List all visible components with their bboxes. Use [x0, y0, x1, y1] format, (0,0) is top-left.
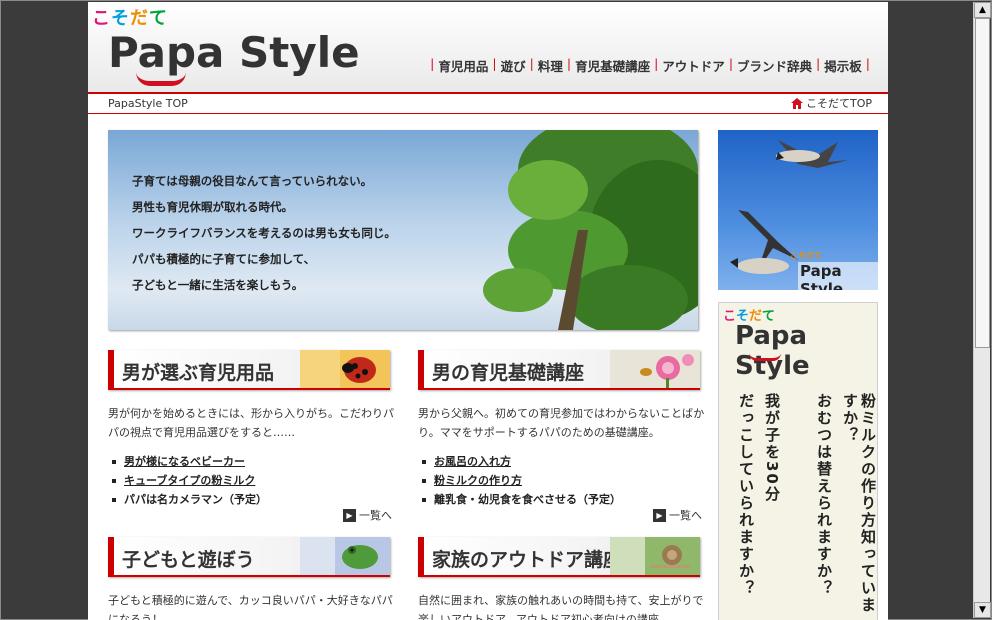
scroll-up-arrow-icon[interactable]: ▲	[974, 2, 991, 18]
kosodate-char: て	[149, 8, 168, 29]
list-item[interactable]: お風呂の入れ方	[418, 452, 700, 471]
arrow-right-icon: ▶	[343, 508, 356, 522]
section-title: 男が選ぶ育児用品	[122, 362, 275, 384]
papastyle-logo[interactable]: Papa Style	[108, 28, 360, 77]
hero-line: 男性も育児休暇が取れる時代。	[132, 200, 293, 214]
kosodate-char: だ	[130, 8, 149, 29]
flower-image	[610, 350, 700, 388]
section-basics: 男の育児基礎講座 男から父親へ。初めての育児参加ではわからないことばかり。ママを…	[418, 350, 704, 522]
banner2-text-col: 我が子を30分	[763, 393, 781, 503]
section-outdoor: 家族のアウトドア講座 自然に囲まれ、家族の触れあいの時間も持て、安上がりで楽しい…	[418, 537, 704, 620]
site-header: こそだて Papa Style | 育児用品 | 遊び | 料理 | 育児基礎講…	[88, 2, 888, 94]
hero-message: 子育ては母親の役目なんて言っていられない。 男性も育児休暇が取れる時代。 ワーク…	[132, 168, 396, 298]
section-play: 子どもと遊ぼう 子どもと積極的に遊んで、カッコ良いパパ・大好きなパパになろう！	[108, 537, 393, 620]
breadcrumb-current: PapaStyle TOP	[108, 97, 188, 110]
main-nav: | 育児用品 | 遊び | 料理 | 育児基礎講座 | アウトドア | ブランド…	[430, 56, 870, 75]
banner2-text-col: だっこしていられますか？	[737, 393, 755, 597]
side-banner-geese[interactable]: こそだて Papa Style	[718, 130, 878, 290]
section-play-header[interactable]: 子どもと遊ぼう	[108, 537, 390, 577]
logo-smile-mark	[749, 353, 781, 361]
more-link[interactable]: ▶ 一覧へ	[343, 507, 392, 523]
more-label: 一覧へ	[669, 509, 702, 522]
breadcrumb: PapaStyle TOP こそだてTOP	[88, 94, 888, 114]
banner1-kosodate: こそだて	[790, 251, 822, 260]
section-basics-list: お風呂の入れ方 粉ミルクの作り方 離乳食・幼児食を食べさせる（予定）	[418, 452, 700, 509]
tree-foliage-image	[483, 130, 698, 330]
list-item[interactable]: キューブタイプの粉ミルク	[108, 471, 390, 490]
kosodate-char: そ	[111, 8, 130, 29]
ladybug-image	[300, 350, 390, 388]
hero-line: 子どもと一緒に生活を楽しもう。	[132, 278, 304, 292]
list-item[interactable]: 男が様になるベビーカー	[108, 452, 390, 471]
page: こそだて Papa Style | 育児用品 | 遊び | 料理 | 育児基礎講…	[88, 2, 888, 620]
home-icon	[790, 97, 803, 109]
nav-item-basics[interactable]: 育児基礎講座	[575, 56, 650, 75]
list-item-link[interactable]: 粉ミルクの作り方	[434, 474, 522, 487]
section-title: 男の育児基礎講座	[432, 362, 585, 384]
kosodate-top-link[interactable]: こそだてTOP	[790, 95, 872, 111]
section-description: 自然に囲まれ、家族の触れあいの時間も持て、安上がりで楽しいアウトドア。アウトドア…	[418, 594, 704, 620]
section-title: 家族のアウトドア講座	[432, 549, 623, 571]
section-outdoor-header[interactable]: 家族のアウトドア講座	[418, 537, 700, 577]
banner2-text-col: おむつは替えられますか？	[815, 393, 833, 597]
kosodate-char: こ	[92, 8, 111, 29]
kosodate-logo[interactable]: こそだて	[92, 4, 168, 30]
hero-line: 子育ては母親の役目なんて言っていられない。	[132, 174, 373, 188]
hero-banner: 子育ては母親の役目なんて言っていられない。 男性も育児休暇が取れる時代。 ワーク…	[108, 130, 698, 330]
section-goods: 男が選ぶ育児用品 男が何かを始めるときには、形から入りがち。こだわりパパの視点で…	[108, 350, 394, 522]
banner1-logo: Papa Style	[798, 262, 878, 290]
kosodate-top-label: こそだてTOP	[805, 97, 872, 110]
more-label: 一覧へ	[359, 509, 392, 522]
scroll-thumb[interactable]	[975, 18, 990, 348]
section-goods-header[interactable]: 男が選ぶ育児用品	[108, 350, 390, 390]
side-banner-quiz[interactable]: こそだて Papa Style 粉ミルクの作り方知っていますか？ おむつは替えら…	[718, 302, 878, 620]
nav-item-goods[interactable]: 育児用品	[438, 56, 488, 75]
list-item-text: パパは名カメラマン（予定）	[124, 493, 267, 506]
vertical-scrollbar[interactable]: ▲ ▼	[973, 2, 991, 618]
logo-smile-mark	[136, 72, 186, 86]
section-description: 子どもと積極的に遊んで、カッコ良いパパ・大好きなパパになろう！	[108, 594, 393, 620]
scroll-down-arrow-icon[interactable]: ▼	[974, 602, 991, 618]
banner2-logo: Papa Style	[735, 321, 810, 381]
section-basics-header[interactable]: 男の育児基礎講座	[418, 350, 700, 390]
nav-item-brands[interactable]: ブランド辞典	[737, 56, 812, 75]
arrow-right-icon: ▶	[653, 508, 666, 522]
section-title: 子どもと遊ぼう	[122, 549, 255, 571]
nav-item-play[interactable]: 遊び	[501, 56, 526, 75]
hero-line: ワークライフバランスを考えるのは男も女も同じ。	[132, 226, 396, 240]
nav-item-board[interactable]: 掲示板	[824, 56, 862, 75]
snail-image	[610, 537, 700, 575]
list-item-link[interactable]: お風呂の入れ方	[434, 455, 511, 468]
frog-image	[300, 537, 390, 575]
hero-line: パパも積極的に子育てに参加して、	[132, 252, 316, 266]
nav-item-cooking[interactable]: 料理	[538, 56, 563, 75]
list-item-link[interactable]: キューブタイプの粉ミルク	[124, 474, 255, 487]
more-link[interactable]: ▶ 一覧へ	[653, 507, 702, 523]
section-description: 男が何かを始めるときには、形から入りがち。こだわりパパの視点で育児用品選びをする…	[108, 407, 394, 439]
section-description: 男から父親へ。初めての育児参加ではわからないことばかり。ママをサポートするパパの…	[418, 407, 705, 439]
list-item-text: 離乳食・幼児食を食べさせる（予定）	[434, 493, 621, 506]
nav-item-outdoor[interactable]: アウトドア	[662, 56, 725, 75]
list-item-link[interactable]: 男が様になるベビーカー	[124, 455, 245, 468]
banner2-text-col: 粉ミルクの作り方知っていますか？	[841, 393, 877, 614]
list-item[interactable]: 粉ミルクの作り方	[418, 471, 700, 490]
section-goods-list: 男が様になるベビーカー キューブタイプの粉ミルク パパは名カメラマン（予定）	[108, 452, 390, 509]
